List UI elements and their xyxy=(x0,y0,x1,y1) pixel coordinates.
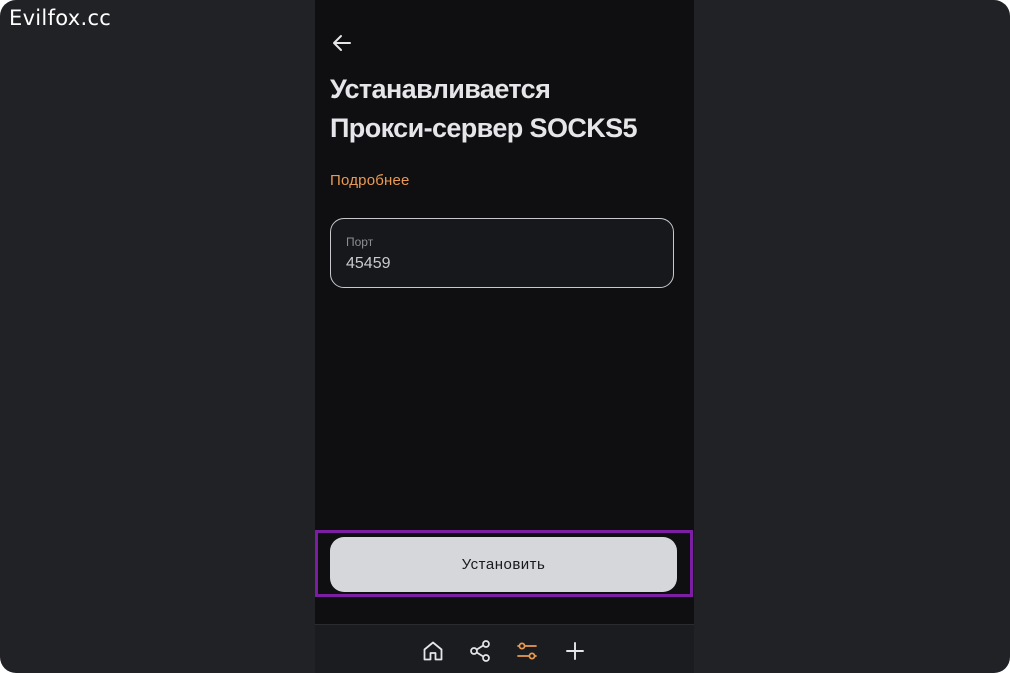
watermark: Evilfox.cc xyxy=(9,6,112,30)
sliders-icon[interactable] xyxy=(515,639,539,663)
install-button[interactable]: Установить xyxy=(330,537,677,592)
page-title-line-2: Прокси-сервер SOCKS5 xyxy=(330,113,638,143)
port-field-label: Порт xyxy=(346,235,374,249)
share-icon[interactable] xyxy=(468,639,492,663)
app-screen: Устанавливается Прокси-сервер SOCKS5 Под… xyxy=(315,0,694,673)
plus-icon[interactable] xyxy=(563,639,587,663)
bottom-navigation xyxy=(315,624,694,673)
page-title-line-1: Устанавливается xyxy=(330,74,551,104)
home-icon[interactable] xyxy=(421,639,445,663)
port-field[interactable]: Порт xyxy=(330,218,674,288)
arrow-left-icon[interactable] xyxy=(331,32,353,54)
page-title: Устанавливается Прокси-сервер SOCKS5 xyxy=(330,70,680,148)
desktop-background: Evilfox.cc Устанавливается Прокси-сервер… xyxy=(0,0,1010,673)
details-link[interactable]: Подробнее xyxy=(330,172,410,189)
port-input[interactable] xyxy=(346,255,656,273)
